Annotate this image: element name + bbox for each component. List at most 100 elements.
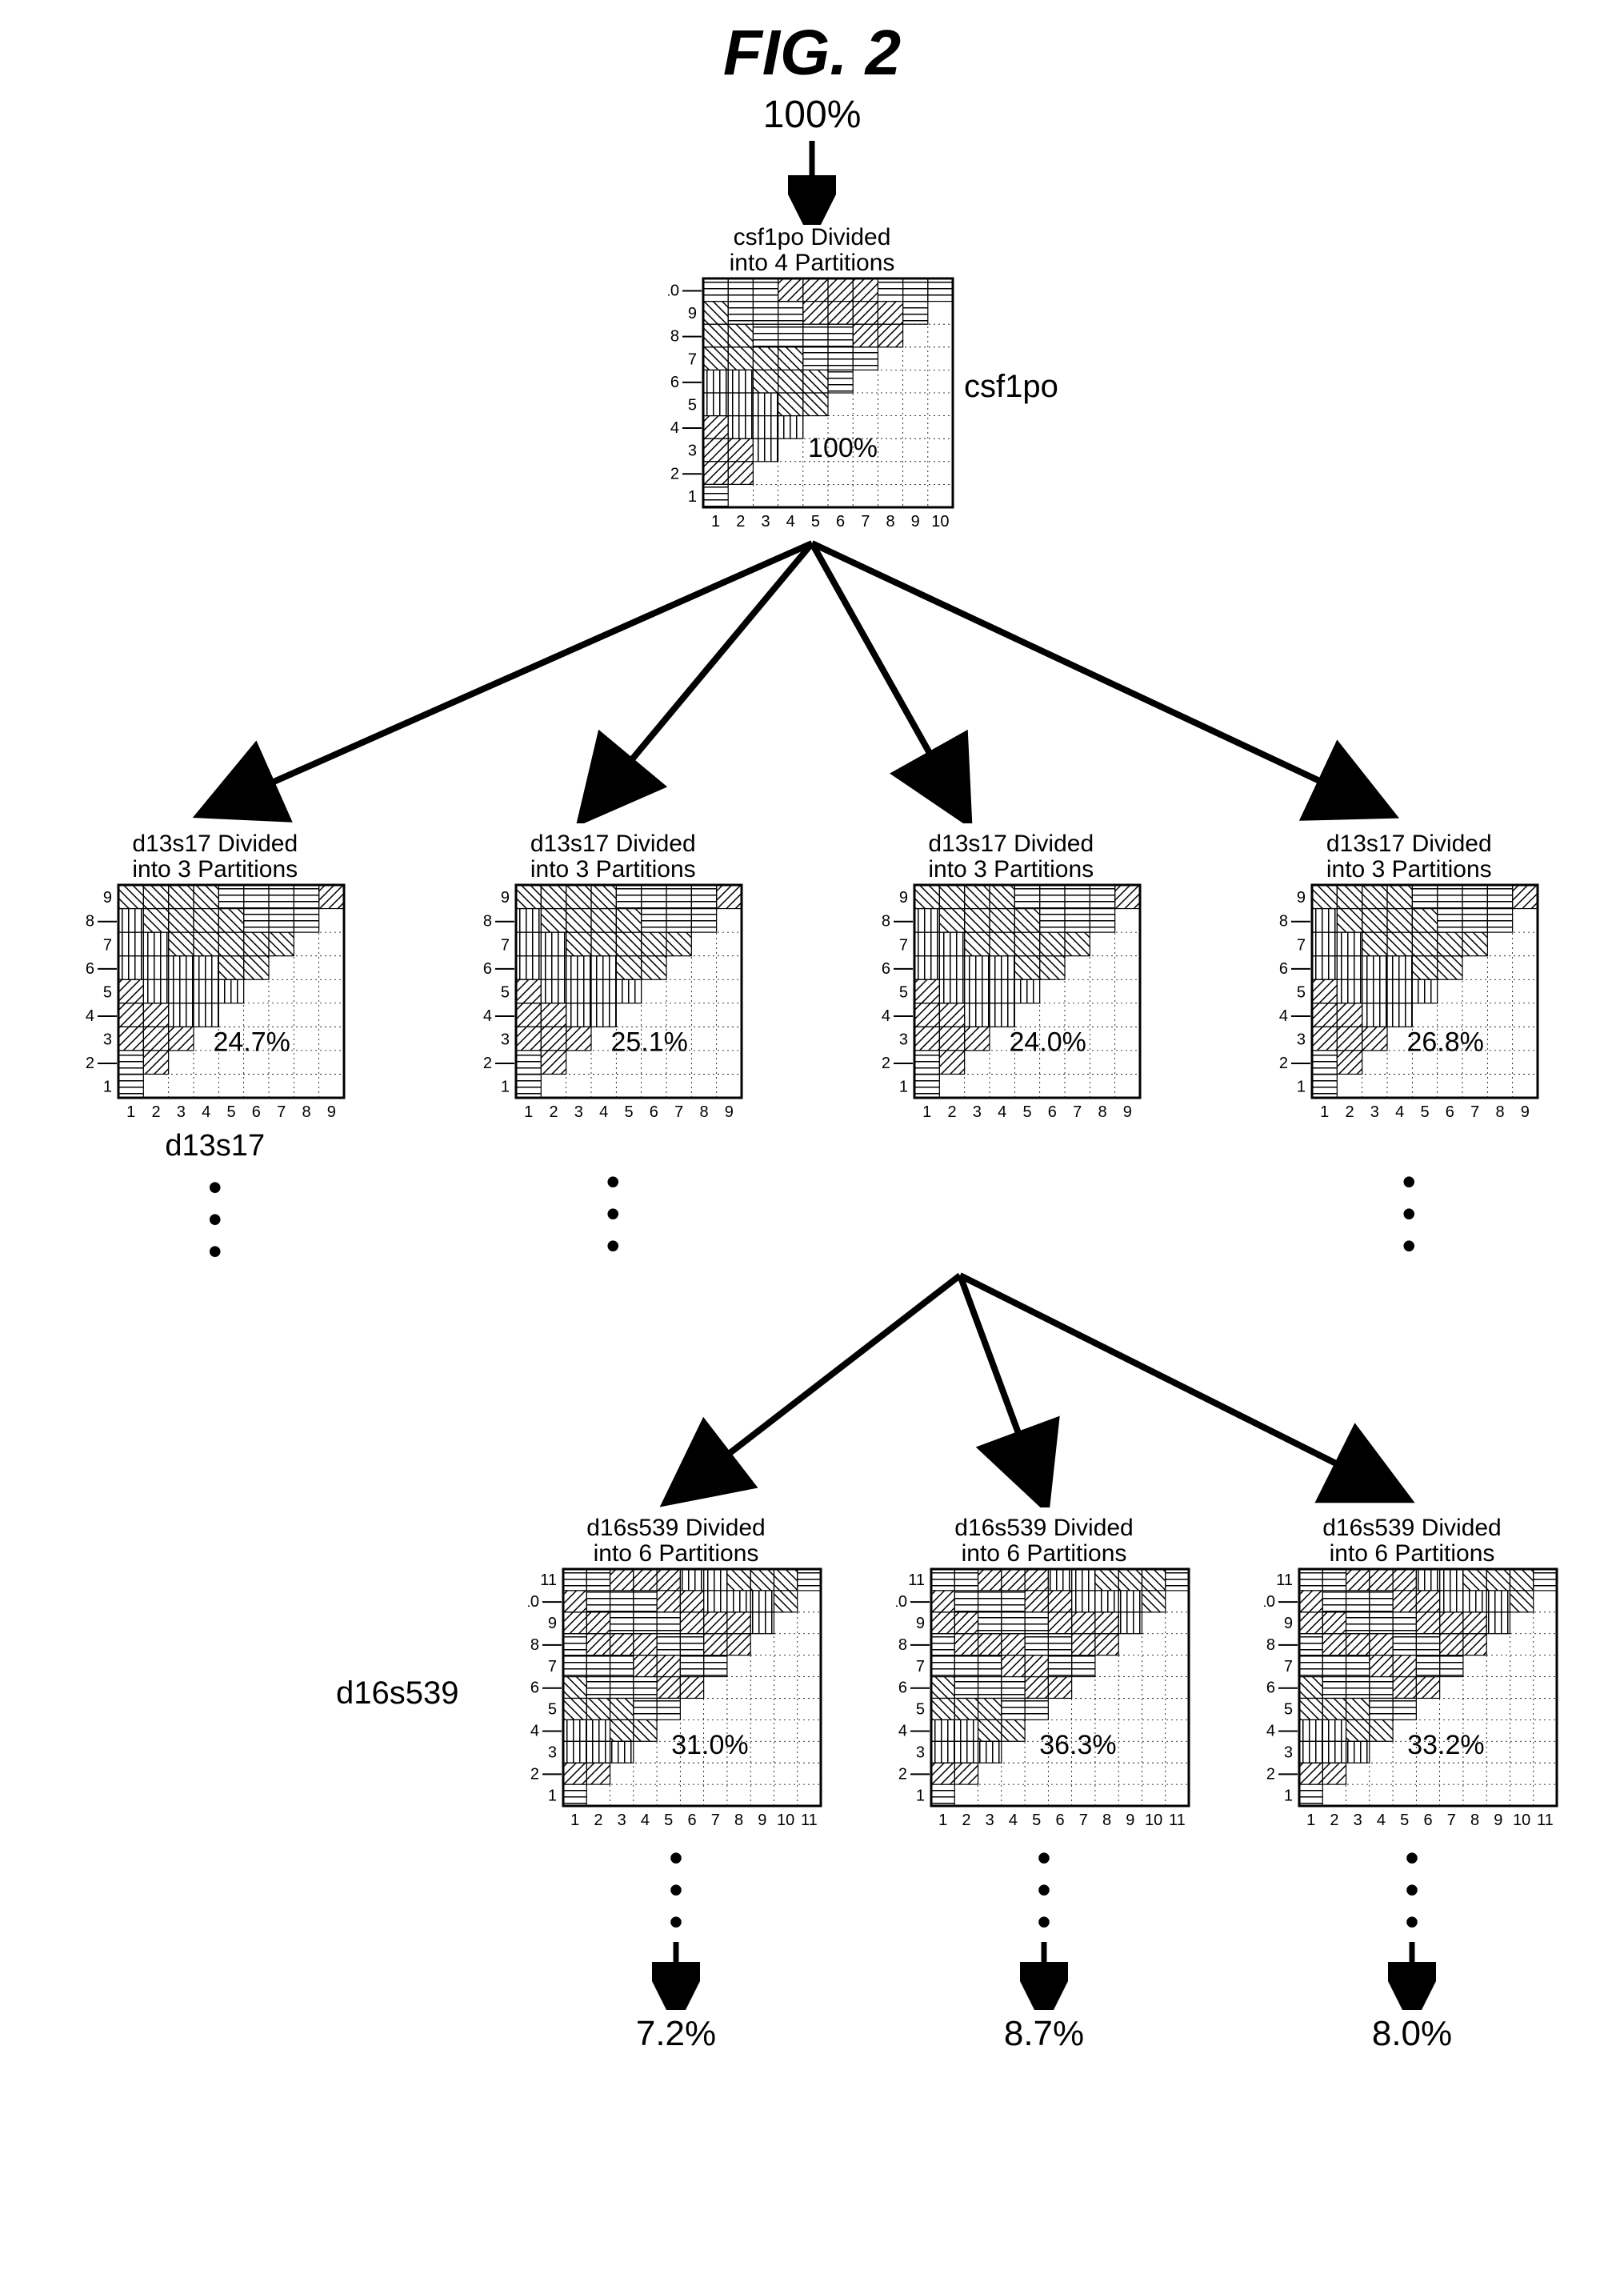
svg-text:2: 2 <box>1346 1103 1354 1121</box>
title-line: d16s539 Divided <box>954 1515 1134 1541</box>
title-line: d13s17 Divided <box>132 831 298 857</box>
svg-text:3: 3 <box>548 1744 557 1761</box>
svg-text:6: 6 <box>1423 1812 1432 1829</box>
svg-text:7: 7 <box>277 1103 286 1121</box>
level3-row: d16s539 d16s539 Divided into 6 Partition… <box>16 1515 1608 2054</box>
svg-text:7: 7 <box>688 350 697 368</box>
svg-text:6: 6 <box>252 1103 261 1121</box>
svg-text:7: 7 <box>1447 1812 1456 1829</box>
svg-text:3: 3 <box>986 1812 994 1829</box>
svg-text:8: 8 <box>734 1812 743 1829</box>
svg-text:6: 6 <box>670 374 679 391</box>
svg-text:9: 9 <box>758 1812 766 1829</box>
svg-text:1: 1 <box>501 1079 510 1096</box>
svg-text:2: 2 <box>898 1765 907 1783</box>
partition-grid: 12345678912345678924.0% <box>879 882 1143 1122</box>
title-line: d13s17 Divided <box>1326 831 1492 857</box>
node-title: d13s17 Divided into 3 Partitions <box>1277 831 1541 882</box>
locus-side-label: csf1po <box>964 369 1058 405</box>
svg-text:2: 2 <box>483 1055 492 1072</box>
title-line: csf1po Divided <box>734 224 891 250</box>
svg-text:4: 4 <box>1266 1723 1275 1740</box>
svg-text:9: 9 <box>1494 1812 1502 1829</box>
svg-text:3: 3 <box>1354 1812 1362 1829</box>
svg-text:11: 11 <box>801 1812 818 1829</box>
node-title: csf1po Divided into 4 Partitions <box>668 225 956 275</box>
svg-text:10: 10 <box>1264 1593 1275 1611</box>
svg-text:4: 4 <box>483 1007 492 1025</box>
svg-text:4: 4 <box>786 513 795 530</box>
svg-text:4: 4 <box>202 1103 210 1121</box>
partition-grid: 1234567891011123456789101133.2% <box>1264 1566 1560 1830</box>
root-incoming-percent: 100% <box>16 93 1608 137</box>
svg-text:1: 1 <box>548 1787 557 1804</box>
svg-text:3: 3 <box>973 1103 982 1121</box>
svg-text:11: 11 <box>908 1571 925 1589</box>
svg-text:9: 9 <box>1297 889 1306 907</box>
svg-text:3: 3 <box>761 513 770 530</box>
locus-below-label: d13s17 <box>83 1129 347 1163</box>
svg-text:1: 1 <box>1297 1079 1306 1096</box>
svg-text:5: 5 <box>899 983 908 1001</box>
svg-text:5: 5 <box>226 1103 235 1121</box>
svg-text:1: 1 <box>524 1103 533 1121</box>
title-line: d13s17 Divided <box>928 831 1094 857</box>
root-node: csf1po Divided into 4 Partitions 1234567… <box>668 225 956 535</box>
svg-text:4: 4 <box>1279 1007 1288 1025</box>
svg-text:1: 1 <box>1320 1103 1329 1121</box>
svg-text:11: 11 <box>1537 1812 1554 1829</box>
svg-text:8: 8 <box>302 1103 310 1121</box>
title-line: d16s539 Divided <box>586 1515 766 1541</box>
svg-text:3: 3 <box>618 1812 626 1829</box>
svg-text:3: 3 <box>688 442 697 460</box>
svg-text:24.0%: 24.0% <box>1009 1027 1086 1057</box>
title-line: into 6 Partitions <box>1330 1540 1495 1567</box>
svg-text:4: 4 <box>898 1723 907 1740</box>
svg-text:6: 6 <box>483 960 492 978</box>
svg-text:8: 8 <box>1496 1103 1505 1121</box>
svg-text:2: 2 <box>670 465 679 482</box>
svg-text:2: 2 <box>151 1103 160 1121</box>
svg-text:6: 6 <box>1048 1103 1057 1121</box>
arrow-icon <box>1020 1938 1068 2010</box>
svg-text:8: 8 <box>86 913 94 931</box>
arrow-icon <box>652 1938 700 2010</box>
svg-text:5: 5 <box>1297 983 1306 1001</box>
svg-text:5: 5 <box>811 513 820 530</box>
svg-text:9: 9 <box>916 1615 925 1632</box>
svg-text:9: 9 <box>1126 1812 1134 1829</box>
svg-text:9: 9 <box>548 1615 557 1632</box>
partition-grid: 12345678912345678925.1% <box>481 882 745 1122</box>
svg-text:33.2%: 33.2% <box>1407 1730 1484 1760</box>
svg-text:1: 1 <box>1284 1787 1293 1804</box>
svg-text:2: 2 <box>882 1055 890 1072</box>
svg-text:8: 8 <box>1279 913 1288 931</box>
svg-text:8: 8 <box>700 1103 709 1121</box>
svg-text:1: 1 <box>922 1103 931 1121</box>
svg-text:8: 8 <box>530 1636 539 1654</box>
level3-node: d16s539 Divided into 6 Partitions 123456… <box>1264 1515 1560 2054</box>
level2-node: d13s17 Divided into 3 Partitions 1234567… <box>1277 831 1541 1262</box>
svg-text:7: 7 <box>899 936 908 954</box>
svg-text:7: 7 <box>1297 936 1306 954</box>
svg-text:5: 5 <box>664 1812 673 1829</box>
svg-text:8: 8 <box>1266 1636 1275 1654</box>
svg-text:6: 6 <box>836 513 845 530</box>
svg-text:6: 6 <box>1446 1103 1454 1121</box>
svg-text:10: 10 <box>777 1812 794 1829</box>
svg-text:1: 1 <box>570 1812 579 1829</box>
svg-text:6: 6 <box>650 1103 658 1121</box>
svg-text:10: 10 <box>931 513 949 530</box>
svg-text:11: 11 <box>540 1571 557 1589</box>
svg-text:1: 1 <box>916 1787 925 1804</box>
ellipsis-icon: ••• <box>528 1842 824 1938</box>
svg-text:2: 2 <box>1279 1055 1288 1072</box>
fanout-arrows <box>16 535 1608 823</box>
svg-text:2: 2 <box>530 1765 539 1783</box>
svg-text:5: 5 <box>1022 1103 1031 1121</box>
svg-text:2: 2 <box>947 1103 956 1121</box>
svg-text:7: 7 <box>548 1658 557 1675</box>
svg-text:5: 5 <box>916 1701 925 1719</box>
svg-text:3: 3 <box>1370 1103 1379 1121</box>
ellipsis-icon: ••• <box>481 1166 745 1262</box>
